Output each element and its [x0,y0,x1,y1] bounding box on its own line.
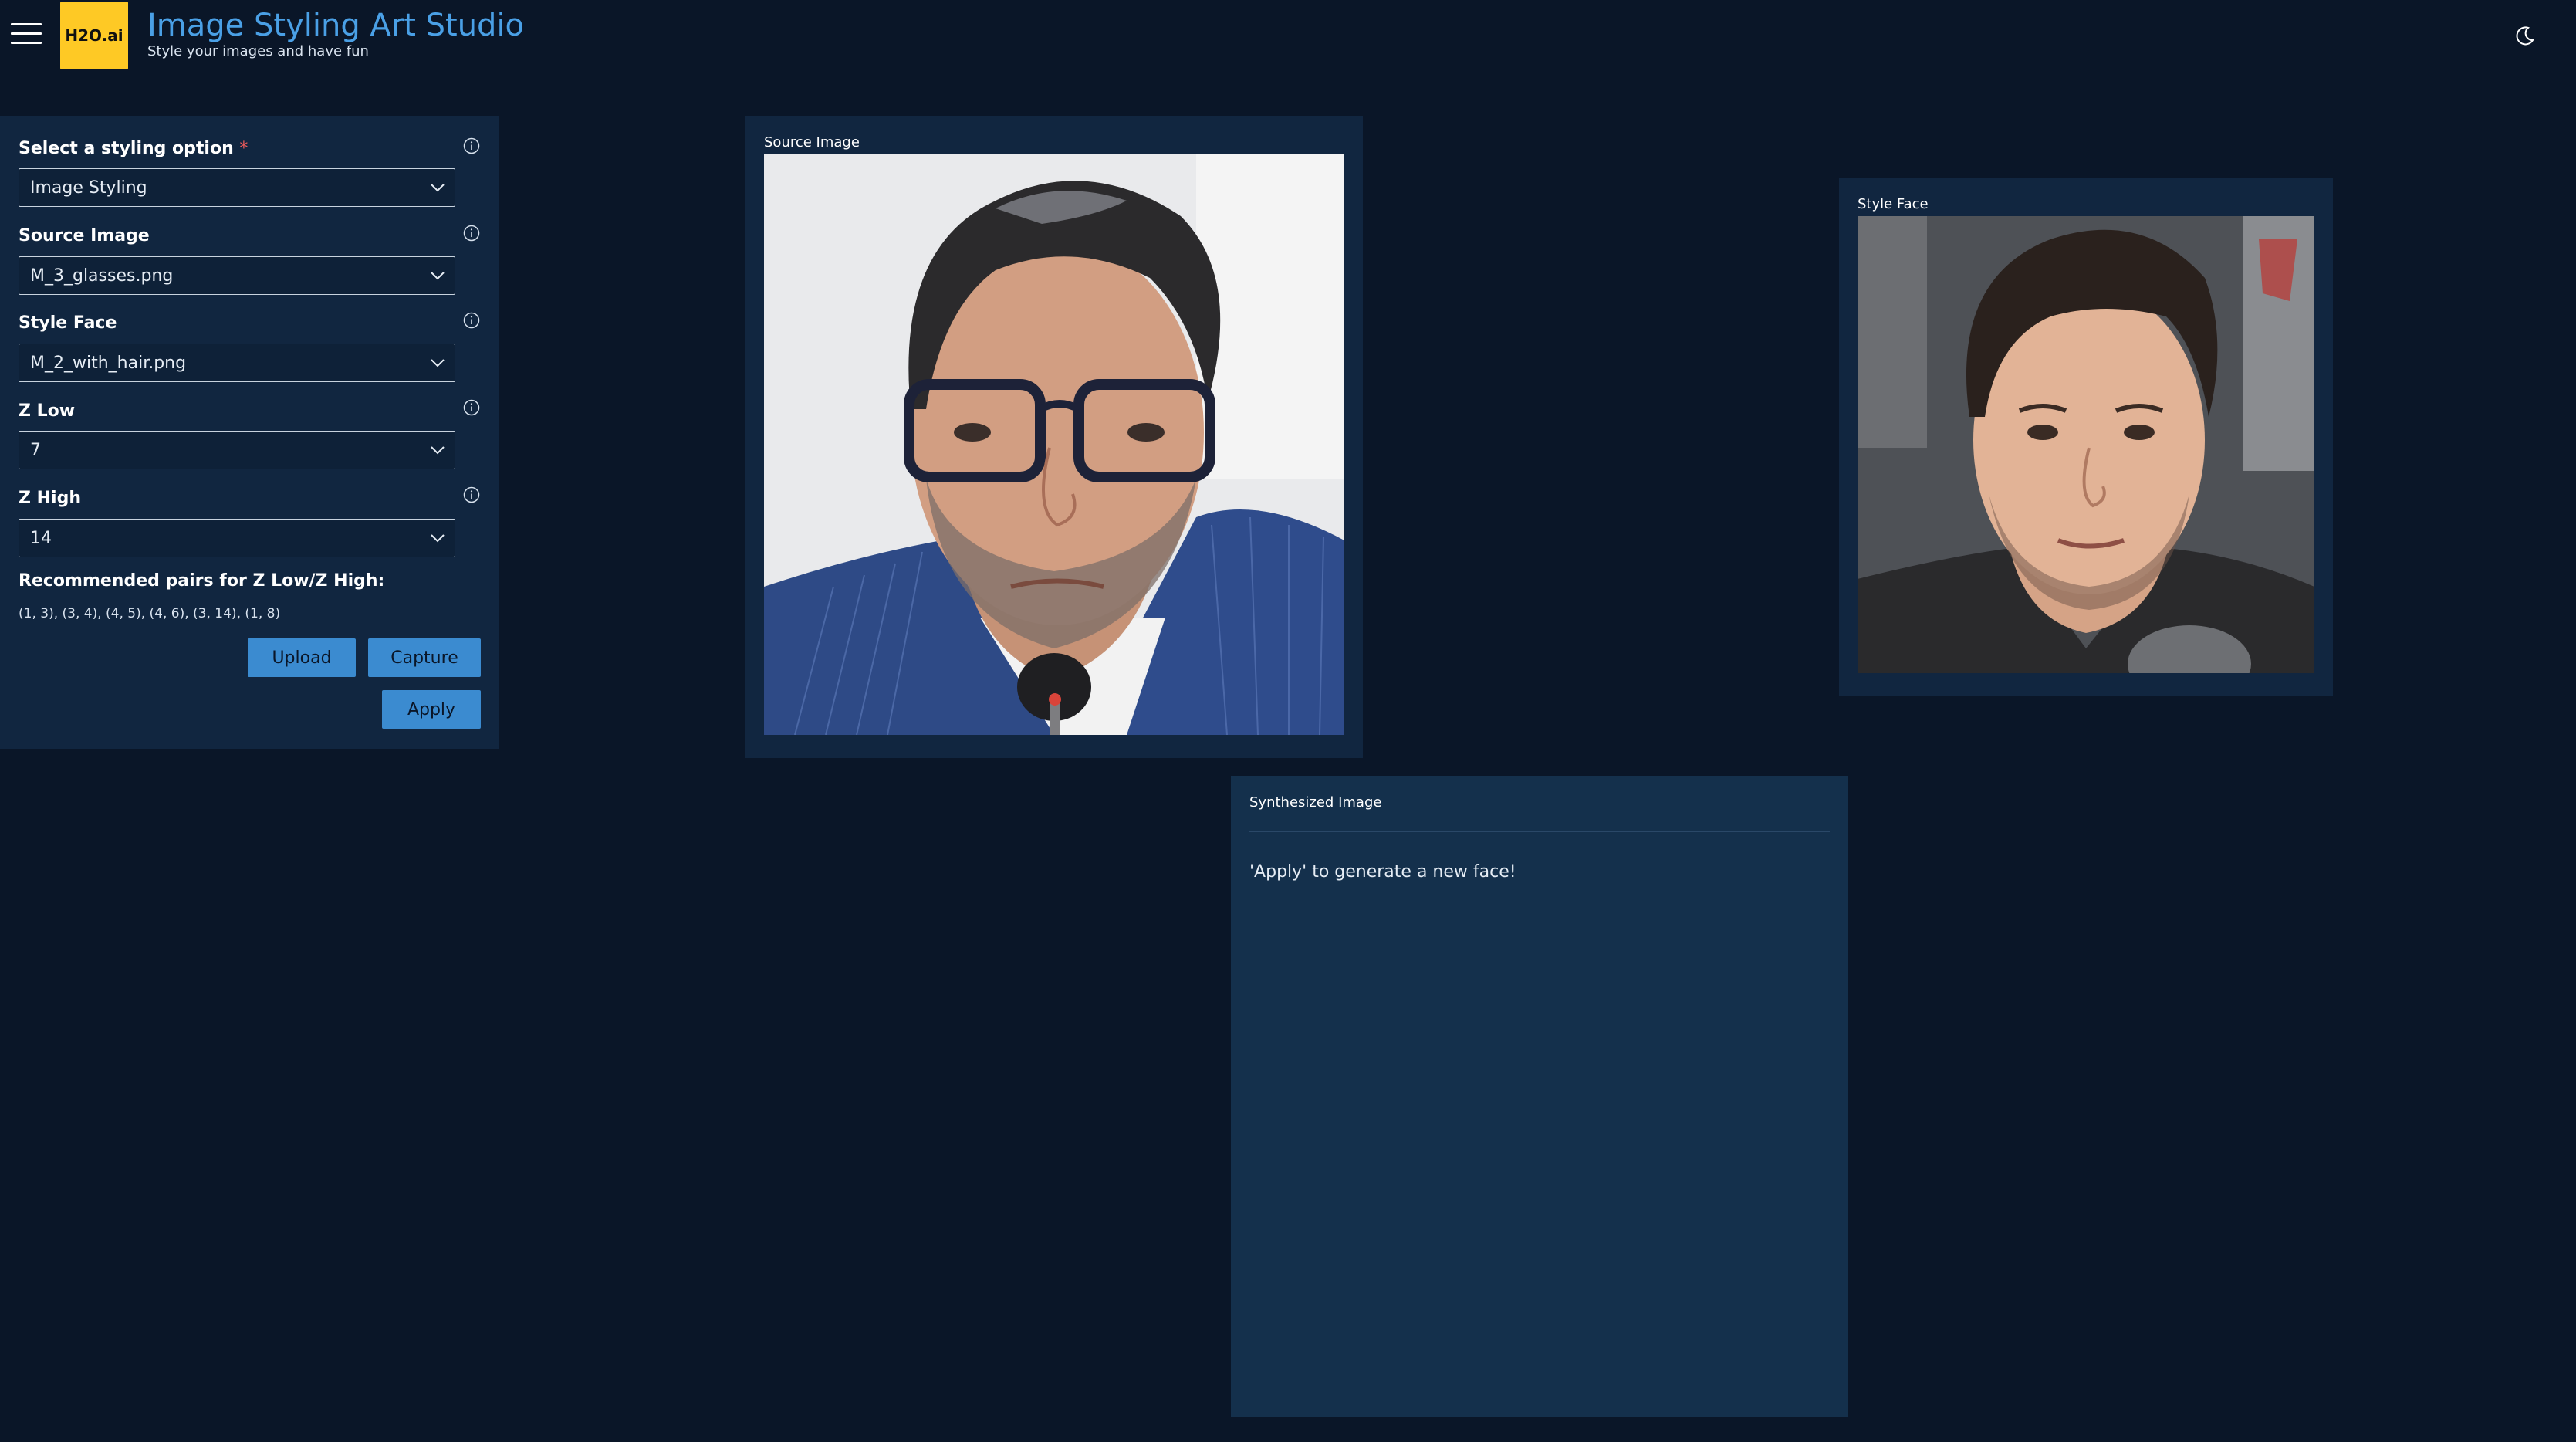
style-face-card-label: Style Face [1858,196,1929,212]
chevron-down-icon [431,534,445,543]
z-high-value: 14 [30,529,52,548]
style-face-label: Style Face [19,313,117,333]
source-image-value: M_3_glasses.png [30,266,174,286]
z-high-select[interactable]: 14 [19,519,455,557]
upload-button[interactable]: Upload [248,638,356,677]
style-face-card: Style Face [1839,178,2333,696]
chevron-down-icon [431,359,445,367]
chevron-down-icon [431,272,445,280]
styling-option-value: Image Styling [30,178,147,198]
z-high-label: Z High [19,489,81,508]
app-title: Image Styling Art Studio [147,8,525,43]
capture-button[interactable]: Capture [368,638,481,677]
info-icon[interactable] [463,312,480,329]
z-low-label: Z Low [19,401,76,421]
style-face-photo [1858,216,2314,673]
synthesized-image-card-label: Synthesized Image [1249,794,1382,811]
style-face-value: M_2_with_hair.png [30,354,187,373]
info-icon[interactable] [463,137,480,154]
recommended-pairs-title: Recommended pairs for Z Low/Z High: [19,571,385,591]
chevron-down-icon [431,184,445,192]
synthesized-image-card: Synthesized Image 'Apply' to generate a … [1231,776,1848,1417]
source-image-card: Source Image [745,116,1363,758]
source-image-label: Source Image [19,226,150,245]
info-icon[interactable] [463,225,480,242]
source-image-card-label: Source Image [764,134,860,151]
info-icon[interactable] [463,399,480,416]
moon-icon[interactable] [2513,23,2537,48]
divider [1249,831,1830,832]
styling-option-label: Select a styling option * [19,139,248,158]
styling-option-select[interactable]: Image Styling [19,168,455,207]
hamburger-menu-icon[interactable] [11,23,42,46]
source-image-select[interactable]: M_3_glasses.png [19,256,455,295]
apply-button[interactable]: Apply [382,690,481,729]
info-icon[interactable] [463,486,480,503]
chevron-down-icon [431,446,445,455]
styling-form-card: Select a styling option * Image Styling … [0,116,499,749]
source-face-photo [764,154,1344,735]
style-face-select[interactable]: M_2_with_hair.png [19,344,455,382]
recommended-pairs-text: (1, 3), (3, 4), (4, 5), (4, 6), (3, 14),… [19,606,281,621]
required-mark: * [239,139,248,158]
z-low-value: 7 [30,441,41,460]
z-low-select[interactable]: 7 [19,431,455,469]
app-subtitle: Style your images and have fun [147,43,369,59]
h2o-logo: H2O.ai [60,2,128,69]
app-header: H2O.ai Image Styling Art Studio Style yo… [0,0,2576,71]
synthesized-placeholder-message: 'Apply' to generate a new face! [1249,862,1516,882]
